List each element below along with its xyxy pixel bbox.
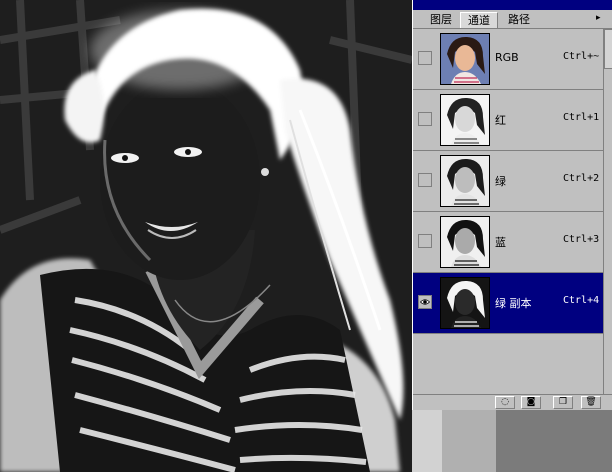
palette-tab-row: 图层 通道 路径 ▸ <box>413 10 612 29</box>
channel-name: RGB <box>495 51 519 64</box>
channel-thumbnail-rgb <box>440 33 490 85</box>
tab-layers[interactable]: 图层 <box>423 12 459 27</box>
visibility-toggle[interactable] <box>418 234 432 248</box>
channel-thumbnail-green-copy <box>440 277 490 329</box>
trash-icon[interactable]: 🗑 <box>581 396 601 409</box>
channel-shortcut: Ctrl+2 <box>563 173 600 184</box>
inverted-channel-photo <box>0 0 412 472</box>
channel-list: RGB Ctrl+~ 红 Ctrl+1 绿 Ctrl+2 蓝 Ctrl+3 绿 … <box>413 29 603 334</box>
desktop-background-dark <box>496 410 612 472</box>
visibility-toggle[interactable] <box>418 173 432 187</box>
tab-paths[interactable]: 路径 <box>501 12 537 27</box>
channel-thumbnail-green <box>440 155 490 207</box>
channel-row-red[interactable]: 红 Ctrl+1 <box>413 90 603 151</box>
save-selection-icon[interactable]: ◙ <box>521 396 541 409</box>
channel-list-empty-area <box>413 334 603 394</box>
visibility-toggle[interactable] <box>418 112 432 126</box>
palette-menu-arrow-icon[interactable]: ▸ <box>596 13 606 23</box>
channel-name: 绿 副本 <box>495 297 532 310</box>
scrollbar-thumb[interactable] <box>604 29 612 69</box>
channel-name: 红 <box>495 114 506 127</box>
channel-name: 蓝 <box>495 236 506 249</box>
channel-row-green-copy[interactable]: 绿 副本 Ctrl+4 <box>413 273 603 334</box>
channel-name: 绿 <box>495 175 506 188</box>
palette-title-bar[interactable] <box>413 0 612 10</box>
palette-footer: ◌ ◙ ❐ 🗑 <box>413 394 612 410</box>
channel-row-blue[interactable]: 蓝 Ctrl+3 <box>413 212 603 273</box>
tab-channels[interactable]: 通道 <box>460 12 498 28</box>
visibility-toggle[interactable] <box>418 51 432 65</box>
channel-list-scrollbar[interactable] <box>603 29 612 395</box>
load-selection-icon[interactable]: ◌ <box>495 396 515 409</box>
document-canvas[interactable] <box>0 0 412 472</box>
visibility-toggle[interactable] <box>418 295 432 309</box>
channel-thumbnail-blue <box>440 216 490 268</box>
channel-shortcut: Ctrl+~ <box>563 51 600 62</box>
channels-palette: 图层 通道 路径 ▸ RGB Ctrl+~ 红 Ctrl+1 绿 Ctrl+2 … <box>412 0 612 410</box>
eye-icon <box>420 299 430 305</box>
new-channel-icon[interactable]: ❐ <box>553 396 573 409</box>
desktop-background-light <box>412 410 442 472</box>
channel-shortcut: Ctrl+1 <box>563 112 600 123</box>
channel-row-green[interactable]: 绿 Ctrl+2 <box>413 151 603 212</box>
channel-row-rgb[interactable]: RGB Ctrl+~ <box>413 29 603 90</box>
channel-thumbnail-red <box>440 94 490 146</box>
channel-shortcut: Ctrl+3 <box>563 234 600 245</box>
channel-shortcut: Ctrl+4 <box>563 295 600 306</box>
